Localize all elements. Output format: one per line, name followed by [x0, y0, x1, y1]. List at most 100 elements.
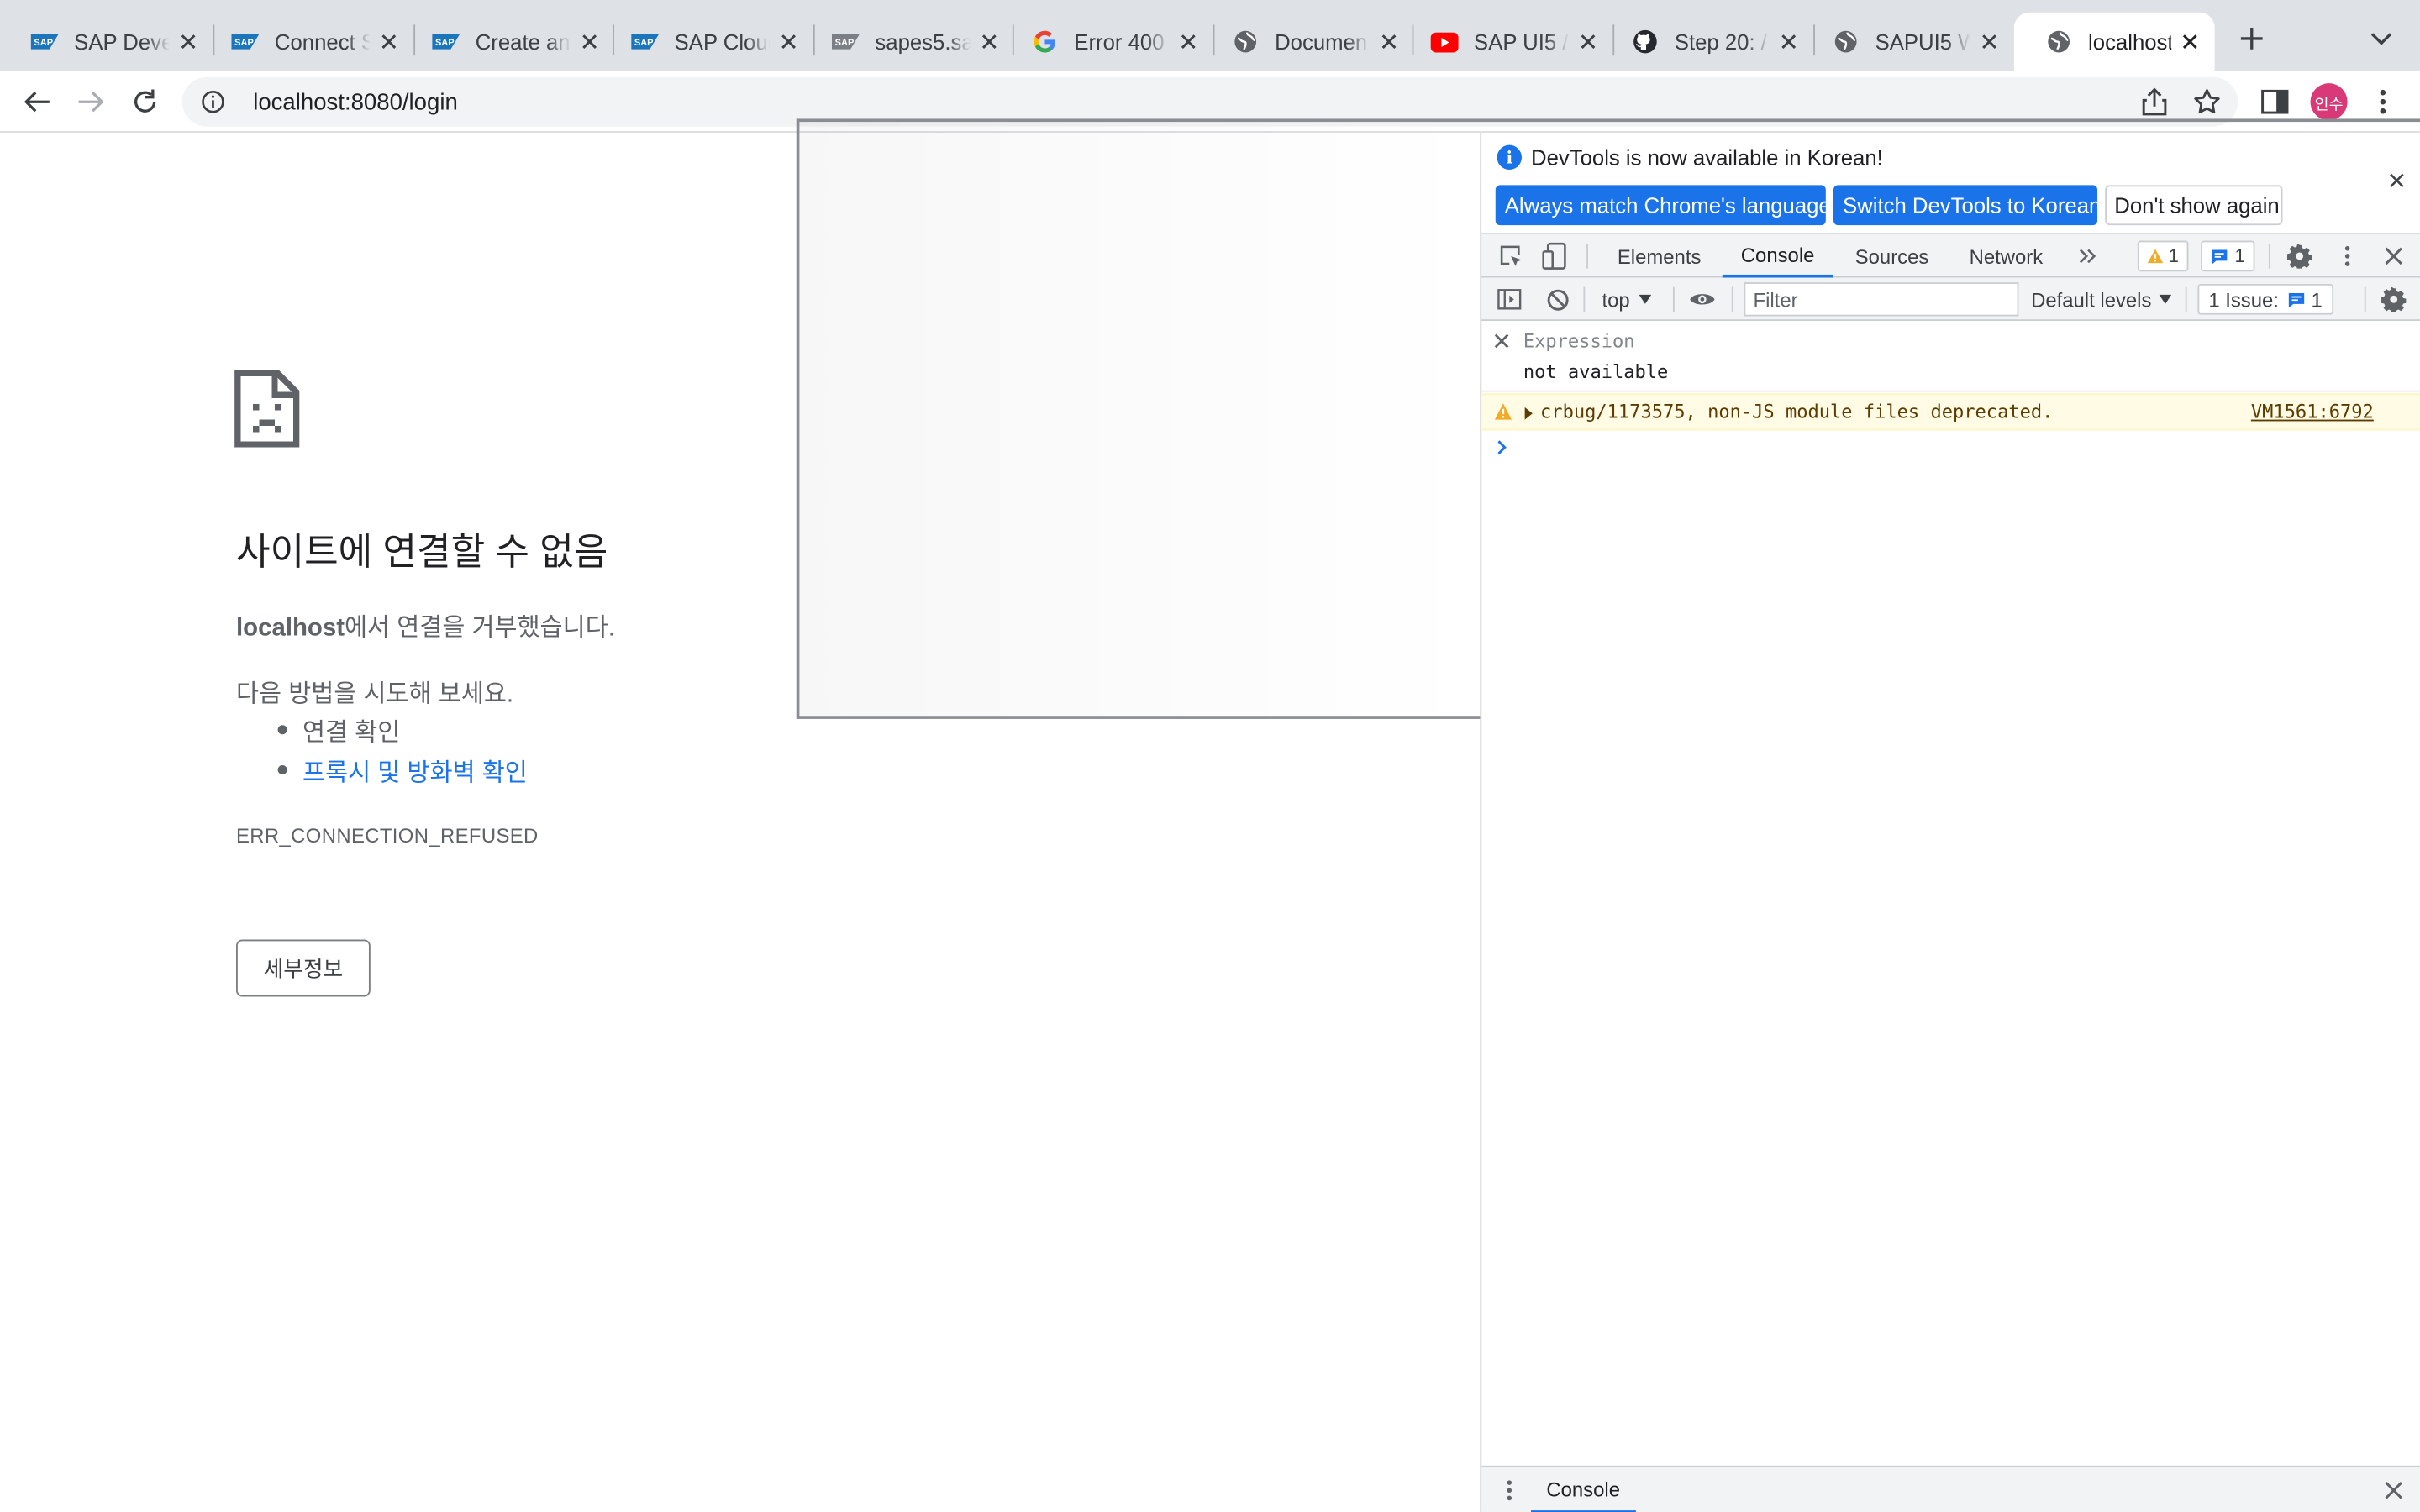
browser-tab[interactable]: SAP UI5 / — [1400, 13, 1612, 71]
chevron-down-icon[interactable] — [2367, 24, 2395, 52]
console-warning-message[interactable]: crbug/1173575, non-JS module files depre… — [1481, 393, 2420, 431]
google-logo-icon — [1031, 28, 1059, 55]
browser-tab-active[interactable]: localhost — [2013, 12, 2215, 71]
forward-arrow-icon[interactable] — [72, 83, 109, 120]
console-settings-gear-icon[interactable] — [2380, 286, 2407, 313]
youtube-logo-icon — [1430, 28, 1459, 55]
issues-label: 1 Issue: — [2208, 287, 2279, 312]
browser-tab[interactable]: SAP Connect SAP — [201, 13, 413, 71]
infobar-message: DevTools is now available in Korean! — [1531, 144, 1883, 171]
close-tab-icon[interactable] — [1576, 29, 1600, 54]
new-tab-icon[interactable] — [2235, 22, 2269, 55]
tab-elements[interactable]: Elements — [1618, 234, 1702, 277]
close-devtools-icon[interactable] — [2380, 242, 2407, 270]
warning-source-link[interactable]: VM1561:6792 — [2251, 402, 2374, 423]
close-tab-icon[interactable] — [176, 29, 200, 54]
remove-expression-icon[interactable] — [1494, 333, 1509, 349]
error-title: 사이트에 연결할 수 없음 — [236, 532, 608, 575]
tab-title: Step 20: / — [1674, 29, 1767, 55]
close-tab-icon[interactable] — [977, 29, 1002, 54]
tab-title: SAP UI5 / — [1474, 29, 1569, 55]
suggestions-list: 연결 확인 프록시 및 방화벽 확인 — [277, 710, 528, 790]
issues-button[interactable]: 1 Issue: 1 — [2197, 283, 2333, 315]
close-tab-icon[interactable] — [376, 29, 401, 54]
switch-to-korean-button[interactable]: Switch DevTools to Korean — [1833, 185, 2101, 226]
details-button[interactable]: 세부정보 — [236, 939, 371, 997]
separator — [2268, 244, 2270, 269]
error-description-text: 에서 연결을 거부했습니다. — [345, 615, 615, 643]
issues-count: 1 — [2311, 287, 2323, 312]
proxy-firewall-link[interactable]: 프록시 및 방화벽 확인 — [302, 751, 528, 788]
browser-tab[interactable]: SAP SAP Cloud — [600, 13, 813, 71]
tab-title: SAP Developers — [74, 29, 170, 55]
device-toolbar-icon[interactable] — [1540, 242, 1568, 270]
context-selector[interactable]: top — [1602, 284, 1652, 315]
expand-triangle-icon[interactable] — [1524, 407, 1533, 420]
tab-title: SAPUI5 W — [1875, 29, 1971, 55]
browser-tab[interactable]: SAP sapes5.sa — [801, 13, 1013, 71]
reload-icon[interactable] — [127, 83, 164, 120]
console-prompt-chevron-icon[interactable] — [1497, 438, 1508, 460]
browser-tab[interactable]: Documen — [1201, 13, 1413, 71]
match-chrome-language-button[interactable]: Always match Chrome's language — [1495, 185, 1831, 226]
browser-tab[interactable]: SAP Create an — [402, 13, 614, 71]
github-logo-icon — [1631, 28, 1659, 55]
warning-count: 1 — [2168, 245, 2179, 267]
tab-strip: SAP SAP Developers SAP Connect SAP SAP C… — [0, 0, 2420, 71]
messages-counter[interactable]: 1 — [2201, 240, 2254, 272]
more-tabs-icon[interactable] — [2075, 242, 2102, 270]
gear-icon[interactable] — [2286, 242, 2313, 270]
live-expression-eye-icon[interactable] — [1688, 286, 1716, 313]
console-filter-input[interactable] — [1744, 282, 2019, 317]
list-item: 연결 확인 — [277, 710, 528, 750]
inspect-element-icon[interactable] — [1497, 242, 1525, 270]
close-tab-icon[interactable] — [1776, 29, 1801, 54]
close-tab-icon[interactable] — [577, 29, 602, 54]
close-drawer-icon[interactable] — [2383, 1479, 2405, 1501]
close-tab-icon[interactable] — [2178, 29, 2202, 54]
devtools-drawer: Console — [1481, 1465, 2420, 1512]
kebab-menu-icon[interactable] — [2365, 83, 2402, 120]
browser-tab[interactable]: SAPUI5 W — [1801, 13, 2013, 71]
error-description: localhost에서 연결을 거부했습니다. — [236, 606, 615, 643]
info-icon[interactable] — [197, 87, 229, 118]
drawer-menu-icon[interactable] — [1497, 1478, 1522, 1503]
tab-title: Documen — [1275, 29, 1368, 55]
bookmark-star-icon[interactable] — [2191, 87, 2223, 118]
avatar[interactable]: 인수 — [2310, 83, 2348, 121]
browser-tab[interactable]: Error 400 — [1000, 13, 1213, 71]
kebab-menu-icon[interactable] — [2333, 242, 2361, 270]
devtools-panel: i DevTools is now available in Korean! A… — [1480, 132, 2420, 1512]
error-code: ERR_CONNECTION_REFUSED — [236, 823, 539, 848]
browser-tab[interactable]: Step 20: / — [1601, 13, 1813, 71]
sap-logo-icon: SAP — [631, 28, 660, 55]
browser-tab[interactable]: SAP SAP Developers — [0, 13, 213, 71]
separator — [1586, 244, 1588, 269]
warnings-counter[interactable]: 1 — [2137, 240, 2188, 272]
clear-console-icon[interactable] — [1544, 286, 1571, 313]
close-icon[interactable] — [2386, 170, 2408, 192]
tab-sources[interactable]: Sources — [1855, 234, 1929, 277]
log-levels-dropdown[interactable]: Default levels — [2031, 284, 2172, 315]
warning-icon — [2147, 249, 2164, 264]
dont-show-again-button[interactable]: Don't show again — [2105, 185, 2283, 226]
drawer-tab-console[interactable]: Console — [1531, 1467, 1636, 1512]
share-icon[interactable] — [2139, 87, 2170, 118]
back-arrow-icon[interactable] — [18, 83, 55, 120]
expression-label: Expression — [1523, 330, 1635, 352]
bullet — [277, 765, 287, 775]
console-output[interactable]: Expression not available crbug/1173575, … — [1481, 321, 2420, 1462]
globe-icon — [1832, 28, 1860, 55]
tab-title: Connect SAP — [274, 29, 371, 55]
tab-console[interactable]: Console — [1722, 234, 1833, 278]
close-tab-icon[interactable] — [776, 29, 801, 54]
sidebar-toggle-icon[interactable] — [1496, 286, 1523, 313]
close-tab-icon[interactable] — [1977, 29, 2002, 54]
svg-text:SAP: SAP — [34, 38, 53, 48]
address-url[interactable]: localhost:8080/login — [253, 89, 458, 115]
close-tab-icon[interactable] — [1376, 29, 1401, 54]
side-panel-icon[interactable] — [2256, 83, 2293, 120]
message-icon — [2211, 249, 2228, 265]
close-tab-icon[interactable] — [1176, 29, 1201, 54]
tab-network[interactable]: Network — [1970, 234, 2044, 277]
